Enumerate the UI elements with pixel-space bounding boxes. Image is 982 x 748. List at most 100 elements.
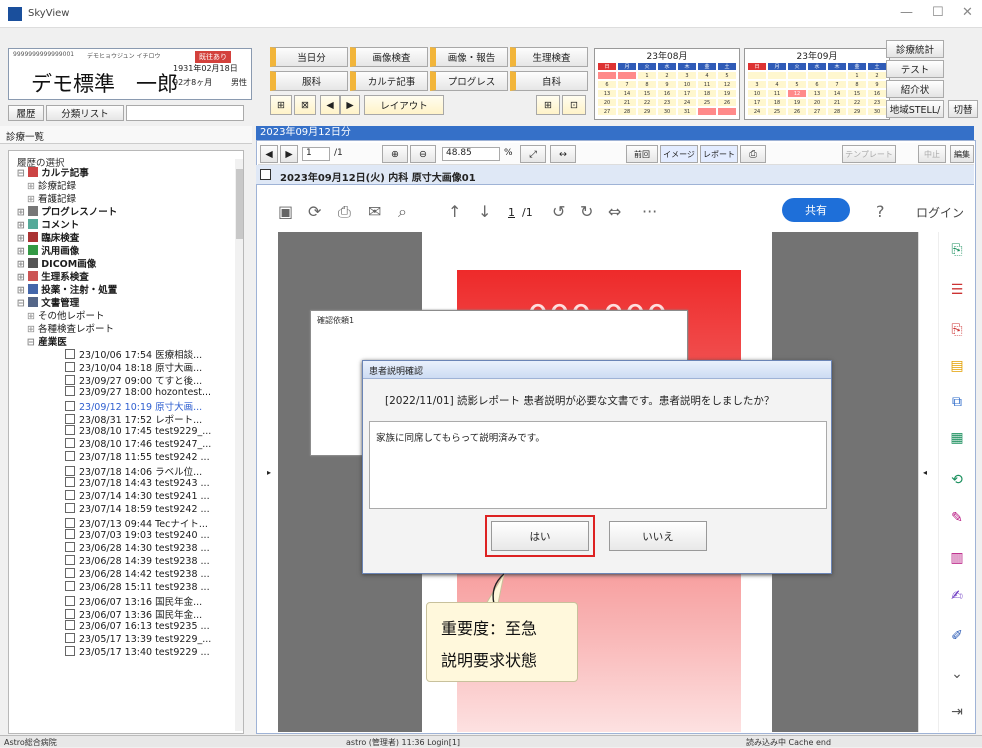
calendar-day[interactable]: 9	[867, 80, 887, 89]
entry-checkbox[interactable]	[65, 620, 75, 630]
grid-icon[interactable]: ⊞	[270, 95, 292, 115]
tree-node[interactable]: ⊞ その他レポート	[27, 308, 105, 322]
table-icon[interactable]: ⊠	[294, 95, 316, 115]
prev-arrow-icon[interactable]: ◀	[320, 95, 340, 115]
calendar-day[interactable]: 19	[717, 89, 737, 98]
entry-checkbox[interactable]	[65, 451, 75, 461]
calendar-day[interactable]: 13	[807, 89, 827, 98]
calendar-day[interactable]: 21	[827, 98, 847, 107]
export-pdf-icon[interactable]: ⎘	[949, 322, 965, 338]
calendar-day[interactable]: 11	[767, 89, 787, 98]
page-down-icon[interactable]: ↓	[478, 202, 491, 221]
left-collapse-bar[interactable]: ▸	[264, 232, 278, 732]
calendar-day[interactable]: 29	[847, 107, 867, 116]
explanation-textarea[interactable]: 家族に同席してもらって説明済みです。	[369, 421, 827, 509]
calendar-day[interactable]: 9	[657, 80, 677, 89]
list-item[interactable]: 23/09/27 18:00 hozontest...	[65, 386, 211, 398]
entry-checkbox[interactable]	[65, 555, 75, 565]
calendar-day[interactable]: 8	[847, 80, 867, 89]
own-department-select[interactable]: 自科	[510, 71, 588, 91]
calendar-august-grid[interactable]: 日月火水木金土 1 2 3 4 5 6 7 8 9 10 11 12 13 14 15 16 17 18 19 20 21…	[597, 62, 739, 116]
entry-checkbox[interactable]	[65, 503, 75, 513]
list-item[interactable]: 23/07/14 18:59 test9242 ...	[65, 503, 210, 515]
calendar-september-grid[interactable]: 日月火水木金土 1 2 3 4 5 6 7 8 9 10 11 12 13 14 15 16 17 18 19 20 21…	[747, 62, 889, 116]
help-icon[interactable]: ?	[876, 202, 885, 221]
pdf-scrollbar[interactable]: ◂	[918, 232, 936, 732]
calendar-day[interactable]: 22	[637, 98, 657, 107]
tree-node[interactable]: ⊞ 各種検査レポート	[27, 321, 114, 335]
calendar-day[interactable]: 4	[697, 71, 717, 80]
page-up-icon[interactable]: ↑	[448, 202, 461, 221]
entry-checkbox[interactable]	[65, 349, 75, 359]
list-item[interactable]: 23/06/07 13:36 国民年金...	[65, 607, 202, 621]
entry-checkbox[interactable]	[65, 375, 75, 385]
fit-width-icon[interactable]: ↔	[550, 145, 576, 163]
tree-node[interactable]: ⊞ 生理系検査	[17, 269, 89, 283]
rotate-left-icon[interactable]: ↺	[552, 202, 565, 221]
calendar-day[interactable]: 1	[637, 71, 657, 80]
calendar-day[interactable]: 28	[827, 107, 847, 116]
close-view-icon[interactable]: ⊡	[562, 95, 586, 115]
calendar-day[interactable]: 29	[637, 107, 657, 116]
zoom-in-icon[interactable]: ⊕	[382, 145, 408, 163]
entry-checkbox[interactable]	[65, 609, 75, 619]
list-item[interactable]: 23/10/06 17:54 医療相談...	[65, 347, 202, 361]
report-button[interactable]: レポート	[700, 145, 738, 163]
list-item[interactable]: 23/07/13 09:44 Tecナイト...	[65, 516, 208, 530]
entry-checkbox[interactable]	[65, 490, 75, 500]
entry-checkbox[interactable]	[65, 401, 75, 411]
list-item[interactable]: 23/08/10 17:45 test9229_...	[65, 425, 211, 437]
rotate-icon[interactable]: ⟳	[308, 202, 321, 221]
rotate-right-icon[interactable]: ↻	[580, 202, 593, 221]
calendar-day[interactable]: 3	[677, 71, 697, 80]
tree-scrollbar-thumb[interactable]	[236, 169, 243, 239]
calendar-day[interactable]: 6	[597, 80, 617, 89]
calendar-day[interactable]: 3	[747, 80, 767, 89]
fit-icon[interactable]: ⇔	[608, 202, 621, 221]
calendar-september[interactable]: 23年09月 日月火水木金土 1 2 3 4 5 6 7 8 9 10 11 12 13 14 15 16 17 1…	[744, 48, 890, 120]
list-item[interactable]: 23/09/12 10:19 原寸大画...	[65, 399, 202, 413]
entry-checkbox[interactable]	[65, 362, 75, 372]
calendar-day[interactable]: 25	[767, 107, 787, 116]
calendar-day[interactable]: 25	[697, 98, 717, 107]
tree-node[interactable]: ⊟ カルテ記事	[17, 165, 89, 179]
create-pdf-icon[interactable]: ⎘	[949, 242, 965, 258]
list-item[interactable]: 23/06/28 14:39 test9238 ...	[65, 555, 210, 567]
collapse-panel-icon[interactable]: ⇥	[949, 704, 965, 720]
document-checkbox[interactable]	[260, 169, 271, 180]
calendar-day[interactable]: 10	[677, 80, 697, 89]
entry-checkbox[interactable]	[65, 568, 75, 578]
switch-button[interactable]: 切替	[948, 100, 978, 118]
list-item[interactable]: 23/07/18 14:43 test9243 ...	[65, 477, 210, 489]
comment-icon[interactable]: ▤	[949, 358, 965, 374]
entry-checkbox[interactable]	[65, 518, 75, 528]
close-button[interactable]: ✕	[962, 5, 973, 20]
calendar-day[interactable]: 15	[847, 89, 867, 98]
test-button[interactable]: テスト	[886, 60, 944, 78]
list-item[interactable]: 23/08/10 17:46 test9247_...	[65, 438, 211, 450]
zoom-out-icon[interactable]: ⊖	[410, 145, 436, 163]
calendar-day[interactable]: 14	[617, 89, 637, 98]
zoom-input[interactable]: 48.85	[442, 147, 500, 161]
tree-node[interactable]: ⊞ 汎用画像	[17, 243, 79, 257]
list-item[interactable]: 23/06/28 14:30 test9238 ...	[65, 542, 210, 554]
calendar-day[interactable]: 10	[747, 89, 767, 98]
list-item[interactable]: 23/07/03 19:03 test9240 ...	[65, 529, 210, 541]
tree-node[interactable]: ⊟ 産業医	[27, 334, 67, 348]
entry-checkbox[interactable]	[65, 386, 75, 396]
calendar-day[interactable]: 20	[597, 98, 617, 107]
list-item[interactable]: 23/09/27 09:00 てすと後...	[65, 373, 202, 387]
image-report-button[interactable]: 画像・報告	[430, 47, 508, 67]
list-item[interactable]: 23/06/07 16:13 test9235 ...	[65, 620, 210, 632]
tree-node[interactable]: ⊞ 臨床検査	[17, 230, 79, 244]
print-doc-icon[interactable]: ⎙	[740, 145, 766, 163]
calendar-day[interactable]: 23	[657, 98, 677, 107]
calendar-day[interactable]: 23	[867, 98, 887, 107]
category-filter-select[interactable]	[126, 105, 244, 121]
first-page-icon[interactable]: ◀	[260, 145, 278, 163]
calendar-day[interactable]: 2	[657, 71, 677, 80]
tree-node[interactable]: ⊞ 診療記録	[27, 178, 76, 192]
calendar-day[interactable]: 18	[767, 98, 787, 107]
sign-icon[interactable]: ✎	[949, 510, 965, 526]
collapse-arrow-icon[interactable]: ◂	[923, 468, 927, 477]
